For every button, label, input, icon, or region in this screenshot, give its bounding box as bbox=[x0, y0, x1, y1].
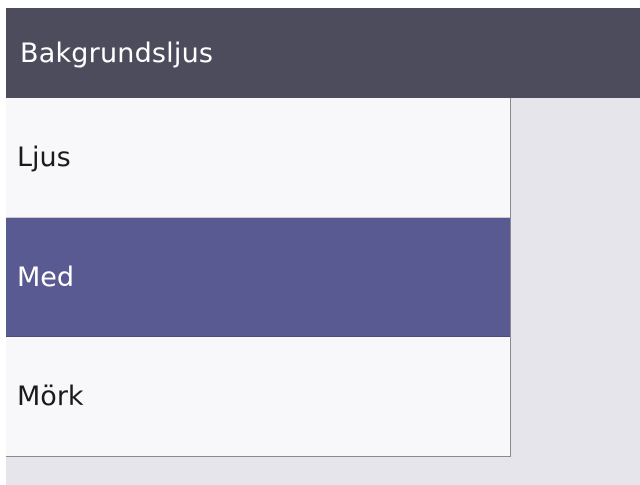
option-medium-label: Med bbox=[17, 261, 75, 293]
option-medium[interactable]: Med bbox=[6, 218, 510, 337]
lcd-screen: Bakgrundsljus Ljus Med Mörk bbox=[6, 8, 640, 485]
option-light-label: Ljus bbox=[17, 142, 71, 173]
page-title: Bakgrundsljus bbox=[20, 37, 214, 69]
option-list: Ljus Med Mörk bbox=[6, 98, 511, 457]
option-dark[interactable]: Mörk bbox=[6, 337, 510, 456]
option-dark-label: Mörk bbox=[17, 381, 84, 412]
option-light[interactable]: Ljus bbox=[6, 98, 510, 218]
title-bar: Bakgrundsljus bbox=[6, 8, 640, 98]
